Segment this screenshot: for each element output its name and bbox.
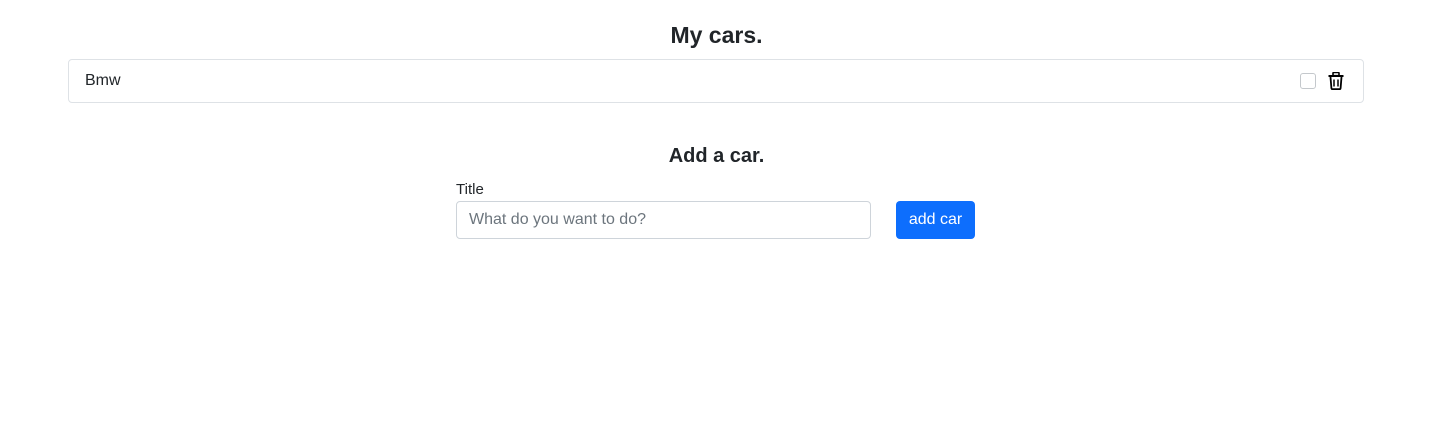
add-car-button[interactable]: add car <box>896 201 975 239</box>
add-car-heading: Add a car. <box>668 145 765 167</box>
car-title: Bmw <box>85 72 121 89</box>
delete-button[interactable] <box>1327 72 1345 90</box>
title-label: Title <box>456 181 484 198</box>
list-item: Bmw <box>68 59 1364 103</box>
car-actions <box>1300 72 1345 90</box>
car-checkbox[interactable] <box>1300 73 1316 89</box>
car-list: Bmw <box>68 59 1364 103</box>
app-page: My cars. Bmw Add a car. Title What do yo… <box>0 0 1433 433</box>
add-car-form: Title add car <box>456 180 976 239</box>
trash-icon <box>1328 72 1344 90</box>
form-row: add car <box>456 201 976 239</box>
my-cars-heading: My cars. <box>670 22 763 48</box>
title-input[interactable] <box>456 201 871 239</box>
